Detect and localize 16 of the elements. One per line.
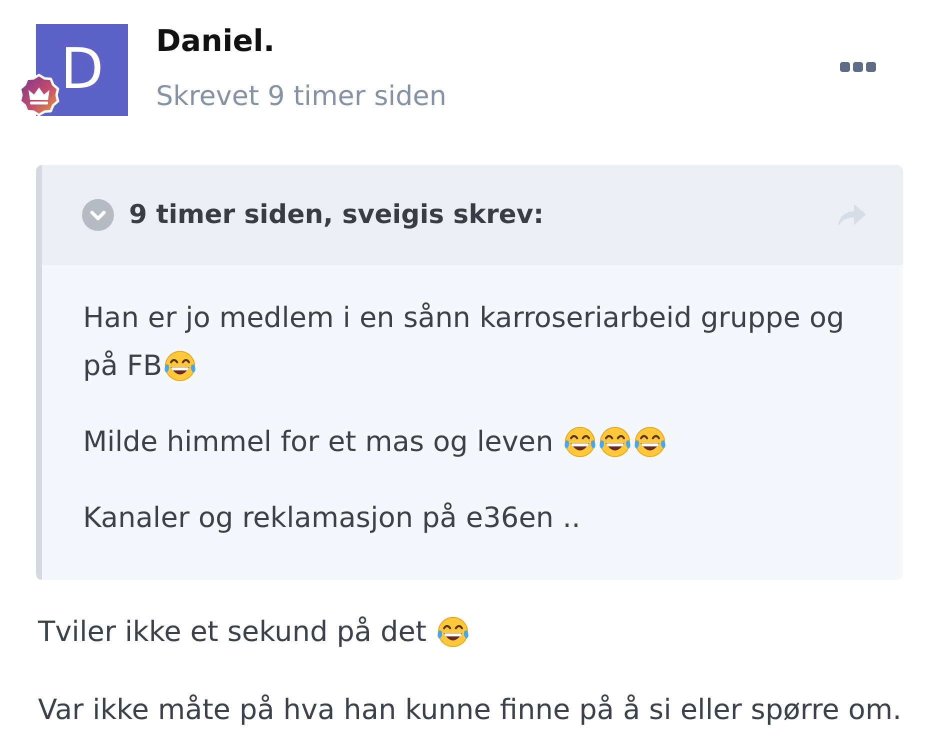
laughing-emoji-icon (563, 425, 598, 459)
chevron-down-icon[interactable] (82, 199, 114, 231)
quote-text: på FB (83, 348, 162, 384)
quote-text: Han er jo medlem i en sånn karroseriarbeid gruppe og (83, 300, 844, 336)
laughing-emoji-icon (598, 425, 632, 459)
laughing-emoji-icon (163, 349, 198, 383)
quote-text: Kanaler og reklamasjon på e36en .. (83, 500, 580, 536)
author-name[interactable]: Daniel. (156, 24, 275, 60)
laughing-emoji-icon (633, 425, 668, 459)
ellipsis-icon (840, 62, 876, 72)
laughing-emoji-icon (436, 615, 470, 649)
post-text: Var ikke måte på hva han kunne finne på å si eller spørre om. (38, 692, 902, 728)
quote-attribution: 9 timer siden, sveigis skrev: (129, 200, 545, 230)
quote-text: Milde himmel for et mas og leven (83, 424, 554, 460)
post-text: Tviler ikke et sekund på det (38, 614, 428, 650)
post-timestamp[interactable]: Skrevet 9 timer siden (156, 81, 447, 113)
